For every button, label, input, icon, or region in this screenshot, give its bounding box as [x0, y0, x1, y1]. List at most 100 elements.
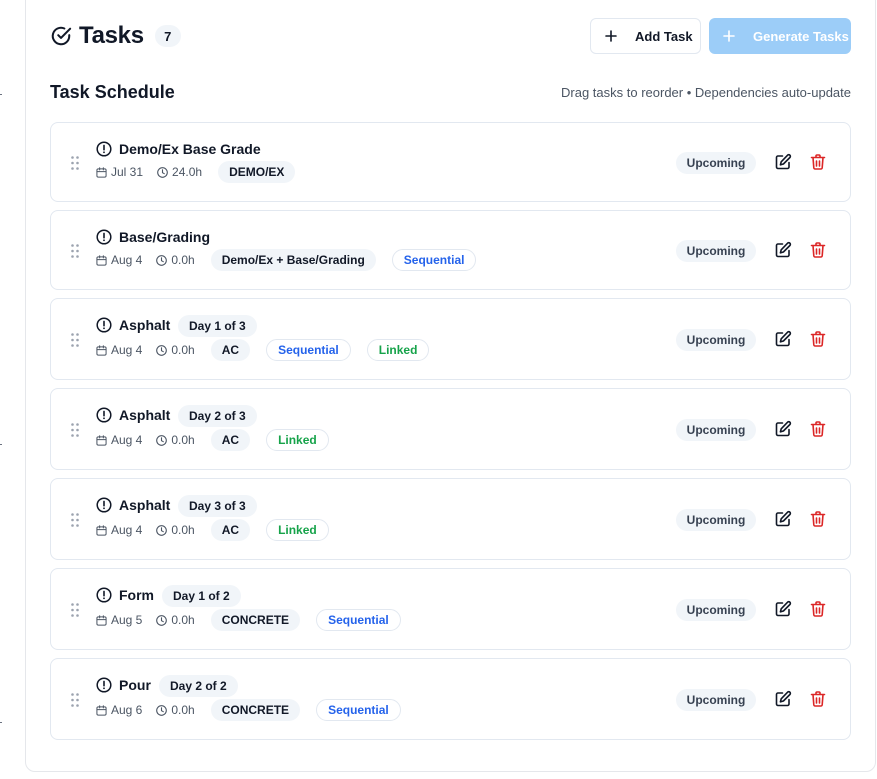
drag-handle-icon[interactable] [70, 332, 80, 348]
generate-tasks-label: Generate Tasks [753, 28, 849, 44]
category-badge: AC [210, 339, 251, 361]
day-pill: Day 1 of 3 [178, 315, 257, 337]
plus-icon [723, 30, 735, 42]
page-title: Tasks [79, 22, 144, 49]
trash-icon[interactable] [809, 600, 827, 618]
trash-icon[interactable] [809, 510, 827, 528]
task-name: Demo/Ex Base Grade [119, 141, 261, 157]
edit-icon[interactable] [774, 600, 792, 618]
task-date: Aug 4 [111, 253, 143, 267]
sequential-badge: Sequential [391, 249, 477, 271]
trash-icon[interactable] [809, 420, 827, 438]
tasks-panel [25, 0, 876, 772]
task-meta: Aug 6 0.0h CONCRETE Sequential [96, 699, 401, 721]
calendar-icon [96, 704, 107, 716]
drag-handle-icon[interactable] [70, 692, 80, 708]
day-pill: Day 2 of 3 [178, 405, 257, 427]
task-count-badge: 7 [154, 25, 181, 47]
sequential-badge: Sequential [316, 609, 401, 631]
task-name: Asphalt [119, 497, 171, 513]
task-card[interactable]: Pour Day 2 of 2 Aug 6 0.0h CONCRETE Sequentia… [50, 658, 851, 740]
task-hours: 24.0h [172, 165, 203, 179]
status-badge: Upcoming [676, 419, 756, 441]
clock-icon [156, 704, 168, 716]
trash-icon[interactable] [809, 330, 827, 348]
category-badge: Demo/Ex + Base/Grading [210, 249, 376, 271]
task-hours: 0.0h [171, 613, 195, 627]
category-badge: AC [210, 429, 251, 451]
check-circle-icon [51, 26, 72, 46]
task-card[interactable]: Asphalt Day 3 of 3 Aug 4 0.0h AC Linked Upcomi… [50, 478, 851, 560]
generate-tasks-button[interactable]: Generate Tasks [709, 18, 851, 54]
task-hours: 0.0h [171, 433, 195, 447]
task-date: Aug 4 [111, 433, 143, 447]
tasks-header: Tasks 7 Add Task Generate Tasks [50, 18, 851, 54]
category-badge: CONCRETE [210, 699, 301, 721]
edge-mark [0, 722, 2, 723]
alert-circle-icon [96, 407, 112, 423]
task-meta: Aug 4 0.0h AC Linked [96, 519, 329, 541]
task-meta: Aug 5 0.0h CONCRETE Sequential [96, 609, 401, 631]
drag-handle-icon[interactable] [70, 512, 80, 528]
sequential-badge: Sequential [266, 339, 351, 361]
clock-icon [156, 344, 168, 356]
drag-handle-icon[interactable] [70, 422, 80, 438]
linked-badge: Linked [266, 429, 329, 451]
task-meta: Aug 4 0.0h AC Linked [96, 429, 329, 451]
category-badge: AC [210, 519, 251, 541]
task-card[interactable]: Demo/Ex Base Grade Jul 31 24.0h DEMO/EX Upco… [50, 122, 851, 202]
edit-icon[interactable] [774, 510, 792, 528]
clock-icon [156, 524, 168, 536]
status-badge: Upcoming [676, 689, 756, 711]
task-date: Jul 31 [111, 165, 144, 179]
schedule-title: Task Schedule [50, 82, 175, 102]
trash-icon[interactable] [809, 690, 827, 708]
task-name: Base/Grading [119, 229, 211, 245]
linked-badge: Linked [266, 519, 329, 541]
drag-handle-icon[interactable] [70, 243, 80, 259]
task-card[interactable]: Asphalt Day 2 of 3 Aug 4 0.0h AC Linked Upcomi… [50, 388, 851, 470]
drag-handle-icon[interactable] [70, 155, 80, 171]
alert-circle-icon [96, 141, 112, 157]
task-card[interactable]: Form Day 1 of 2 Aug 5 0.0h CONCRETE Sequentia… [50, 568, 851, 650]
clock-icon [156, 254, 168, 266]
status-badge: Upcoming [676, 509, 756, 531]
task-card[interactable]: Asphalt Day 1 of 3 Aug 4 0.0h AC Sequential Li… [50, 298, 851, 380]
title-group: Tasks 7 [50, 22, 181, 50]
edge-mark [0, 444, 2, 445]
add-task-label: Add Task [635, 28, 693, 44]
task-hours: 0.0h [171, 253, 195, 267]
alert-circle-icon [96, 587, 112, 603]
calendar-icon [96, 524, 107, 536]
task-name: Pour [119, 677, 151, 693]
linked-badge: Linked [366, 339, 430, 361]
task-card[interactable]: Base/Grading Aug 4 0.0h Demo/Ex + Base/Grad… [50, 210, 851, 290]
clock-icon [156, 434, 168, 446]
task-meta: Aug 4 0.0h AC Sequential Linked [96, 339, 430, 361]
trash-icon[interactable] [809, 241, 827, 259]
edit-icon[interactable] [774, 420, 792, 438]
status-badge: Upcoming [676, 329, 756, 351]
task-name: Form [119, 587, 154, 603]
category-badge: CONCRETE [210, 609, 301, 631]
edit-icon[interactable] [774, 153, 792, 171]
alert-circle-icon [96, 497, 112, 513]
trash-icon[interactable] [809, 153, 827, 171]
plus-icon [605, 30, 617, 42]
edit-icon[interactable] [774, 690, 792, 708]
edit-icon[interactable] [774, 330, 792, 348]
clock-icon [156, 614, 168, 626]
edit-icon[interactable] [774, 241, 792, 259]
alert-circle-icon [96, 317, 112, 333]
calendar-icon [96, 434, 107, 446]
calendar-icon [96, 344, 107, 356]
task-name: Asphalt [119, 407, 171, 423]
clock-icon [157, 166, 168, 178]
day-pill: Day 2 of 2 [159, 675, 238, 697]
add-task-button[interactable]: Add Task [590, 18, 701, 54]
calendar-icon [96, 614, 107, 626]
status-badge: Upcoming [676, 240, 756, 262]
alert-circle-icon [96, 229, 112, 245]
drag-handle-icon[interactable] [70, 602, 80, 618]
task-name: Asphalt [119, 317, 171, 333]
